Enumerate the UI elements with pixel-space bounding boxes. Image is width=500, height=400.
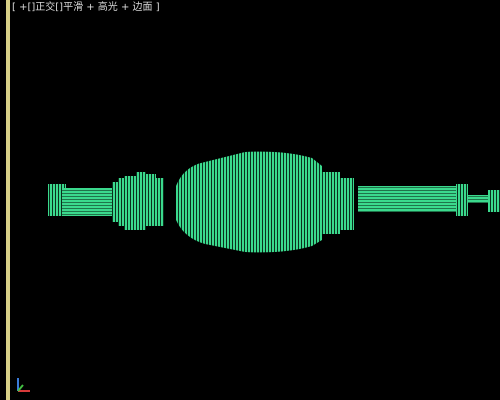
perspective-viewport[interactable]: [ +[]正交[]平滑 + 高光 + 边面 ] xyxy=(0,0,500,400)
barrel-step-2 xyxy=(338,178,354,230)
right-shaft-cap xyxy=(488,190,500,212)
wireframe-shaft-model[interactable] xyxy=(0,0,500,400)
barrel-step xyxy=(322,172,340,234)
main-barrel xyxy=(176,151,322,253)
left-collar xyxy=(112,172,164,230)
left-shaft xyxy=(62,188,114,216)
right-shaft xyxy=(358,186,460,212)
view-axis-icon xyxy=(17,378,30,392)
right-shaft-tip xyxy=(468,195,488,203)
right-shaft-flange xyxy=(456,184,468,216)
